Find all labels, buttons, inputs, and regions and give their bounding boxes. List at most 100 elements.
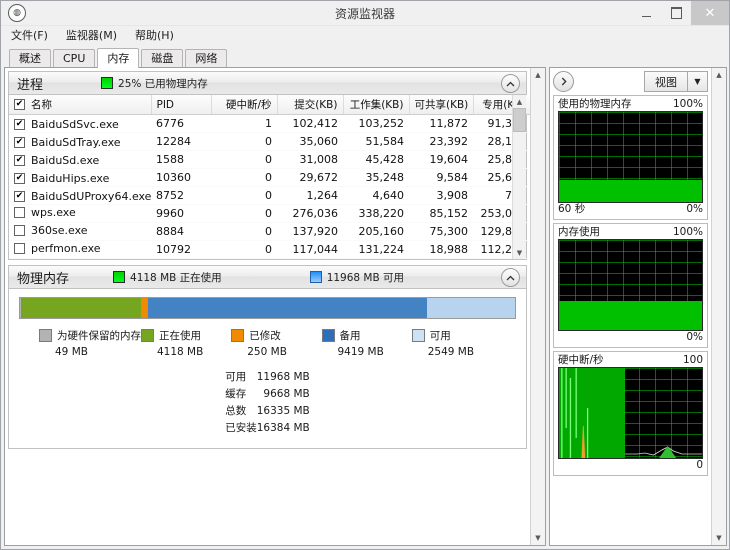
tab-cpu[interactable]: CPU <box>53 49 96 67</box>
select-all-checkbox[interactable]: ✔ <box>14 99 25 110</box>
menu-item-file[interactable]: 文件(F) <box>9 26 57 45</box>
totals-value: 9668 MB <box>263 387 310 400</box>
chevron-down-icon[interactable]: ▼ <box>687 72 707 91</box>
scroll-up-arrow-icon[interactable]: ▲ <box>513 95 526 108</box>
legend-item-in-use: 正在使用 4118 MB <box>141 328 231 358</box>
left-pane-scrollbar[interactable]: ▲ ▼ <box>530 68 545 545</box>
table-row[interactable]: ✔ BaiduSdSvc.exe 6776 1 102,412 103,252 1… <box>9 114 530 133</box>
view-dropdown-button[interactable]: 视图 ▼ <box>644 71 708 92</box>
process-shareable: 3,908 <box>409 186 473 205</box>
right-pane-empty-area <box>553 476 708 542</box>
table-header-row: ✔ 名称 PID 硬中断/秒 提交(KB) 工作集(KB) 可共享(KB) 专用… <box>9 95 530 115</box>
graph-bottom-labels: 60 秒 0% <box>558 203 703 216</box>
process-hard-faults: 1 <box>211 114 277 133</box>
row-checkbox[interactable]: ✔ <box>14 155 25 166</box>
chevron-up-icon <box>506 275 515 280</box>
column-header-working-set[interactable]: 工作集(KB) <box>343 95 410 115</box>
row-checkbox[interactable] <box>14 243 25 254</box>
table-row[interactable]: ✔ BaiduSd.exe 1588 0 31,008 45,428 19,604… <box>9 150 530 169</box>
tab-network[interactable]: 网络 <box>185 49 228 67</box>
graph-panel: 视图 ▼ 使用的物理内存 100% 60 秒 0% 内存使用 100% 0% 硬… <box>550 68 711 545</box>
table-row[interactable]: ✔ BaiduSdUProxy64.exe 8752 0 1,264 4,640 … <box>9 186 530 205</box>
totals-value: 16335 MB <box>256 404 310 417</box>
memory-available-status: 11968 MB 可用 <box>309 270 405 285</box>
table-row[interactable]: 360se.exe 8884 0 137,920 205,160 75,300 … <box>9 222 530 241</box>
right-pane-scrollbar[interactable]: ▲ ▼ <box>711 68 726 545</box>
table-row[interactable]: wps.exe 9960 0 276,036 338,220 85,152 25… <box>9 204 530 223</box>
totals-value: 16384 MB <box>256 421 310 434</box>
graph-plot-area <box>558 111 703 203</box>
table-row[interactable]: perfmon.exe 10792 0 117,044 131,224 18,9… <box>9 240 530 259</box>
graph-max-label: 100% <box>672 226 703 238</box>
graph-plot-area <box>558 239 703 331</box>
process-hard-faults: 0 <box>211 240 277 259</box>
process-commit: 137,920 <box>277 222 343 241</box>
tab-overview[interactable]: 概述 <box>9 49 51 67</box>
processes-memory-status: 25% 已用物理内存 <box>101 76 208 91</box>
legend-label: 已修改 <box>249 330 281 342</box>
row-checkbox[interactable]: ✔ <box>14 137 25 148</box>
graph-title: 硬中断/秒 <box>558 354 604 366</box>
column-header-commit[interactable]: 提交(KB) <box>277 95 344 115</box>
row-checkbox[interactable] <box>14 207 25 218</box>
process-pid: 10792 <box>151 240 211 259</box>
process-pid: 10360 <box>151 168 211 187</box>
physical-memory-body: 为硬件保留的内存 49 MB 正在使用 4118 MB 已修改 250 MB 备… <box>9 289 526 448</box>
scroll-up-arrow-icon[interactable]: ▲ <box>712 68 726 82</box>
tab-memory[interactable]: 内存 <box>97 48 140 68</box>
graph-series-trace <box>561 368 702 458</box>
column-header-name-label: 名称 <box>31 99 52 111</box>
row-checkbox[interactable] <box>14 225 25 236</box>
process-name: BaiduSd.exe <box>31 154 100 167</box>
memory-in-use-text: 4118 MB 正在使用 <box>130 271 222 284</box>
tab-disk[interactable]: 磁盘 <box>141 49 184 67</box>
minimize-button[interactable] <box>631 1 661 25</box>
graph-title: 使用的物理内存 <box>558 98 632 110</box>
row-checkbox[interactable]: ✔ <box>14 173 25 184</box>
row-checkbox[interactable]: ✔ <box>14 119 25 130</box>
content-area: 进程 25% 已用物理内存 ✔ 名称 PID 硬中断/秒 提交(KB) 工作集(… <box>1 66 729 549</box>
physical-memory-header[interactable]: 物理内存 4118 MB 正在使用 11968 MB 可用 <box>9 266 526 289</box>
memory-available-text: 11968 MB 可用 <box>326 271 405 284</box>
column-header-pid[interactable]: PID <box>151 95 212 115</box>
processes-header[interactable]: 进程 25% 已用物理内存 <box>9 72 526 95</box>
processes-table-body: ✔ BaiduSdSvc.exe 6776 1 102,412 103,252 1… <box>9 114 530 259</box>
physical-memory-collapse-button[interactable] <box>501 268 520 287</box>
menu-item-help[interactable]: 帮助(H) <box>133 26 183 45</box>
physical-memory-title: 物理内存 <box>17 271 70 287</box>
graph-toolbar: 视图 ▼ <box>553 71 708 92</box>
row-checkbox[interactable]: ✔ <box>14 191 25 202</box>
scroll-down-arrow-icon[interactable]: ▼ <box>531 531 545 545</box>
process-working-set: 51,584 <box>343 132 409 151</box>
memory-segment-in-use <box>21 298 141 318</box>
window-controls: ✕ <box>631 1 729 25</box>
minimize-icon <box>641 15 651 17</box>
graph-bottom-labels: 0 <box>558 459 703 472</box>
column-header-name[interactable]: ✔ 名称 <box>9 95 152 115</box>
process-commit: 35,060 <box>277 132 343 151</box>
graph-bottom-labels: 0% <box>558 331 703 344</box>
processes-collapse-button[interactable] <box>501 74 520 93</box>
totals-value: 11968 MB <box>256 370 310 383</box>
process-commit: 117,044 <box>277 240 343 259</box>
graph-series-fill <box>559 301 702 330</box>
maximize-button[interactable] <box>661 1 691 25</box>
close-button[interactable]: ✕ <box>691 1 729 25</box>
scroll-up-arrow-icon[interactable]: ▲ <box>531 68 545 82</box>
process-name: BaiduHips.exe <box>31 172 110 185</box>
menu-item-monitor[interactable]: 监视器(M) <box>64 26 126 45</box>
process-pid: 6776 <box>151 114 211 133</box>
table-row[interactable]: ✔ BaiduHips.exe 10360 0 29,672 35,248 9,5… <box>9 168 530 187</box>
process-pid: 8884 <box>151 222 211 241</box>
processes-scrollbar[interactable]: ▲ ▼ <box>512 95 526 259</box>
column-header-hard-faults[interactable]: 硬中断/秒 <box>211 95 278 115</box>
scrollbar-thumb[interactable] <box>513 108 526 132</box>
table-row[interactable]: ✔ BaiduSdTray.exe 12284 0 35,060 51,584 2… <box>9 132 530 151</box>
graph-memory-usage: 内存使用 100% 0% <box>553 223 708 348</box>
left-pane-empty-area <box>8 454 527 545</box>
scroll-down-arrow-icon[interactable]: ▼ <box>712 531 726 545</box>
expand-panel-button[interactable] <box>553 71 574 92</box>
physical-memory-panel: 物理内存 4118 MB 正在使用 11968 MB 可用 为硬件保留的内存 4… <box>8 265 527 449</box>
column-header-shareable[interactable]: 可共享(KB) <box>409 95 474 115</box>
scroll-down-arrow-icon[interactable]: ▼ <box>513 246 526 259</box>
